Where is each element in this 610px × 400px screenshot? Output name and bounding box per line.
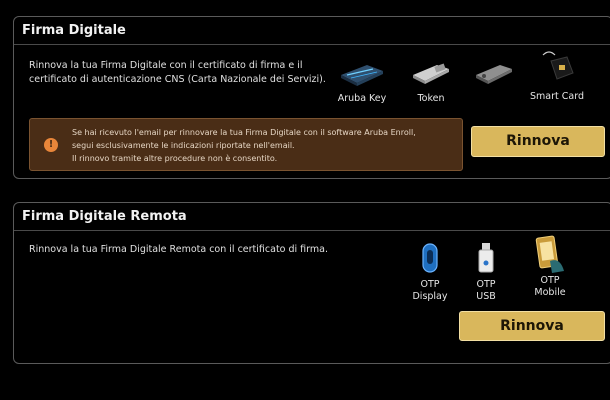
device-aruba-key: Aruba Key <box>332 57 392 105</box>
notice-line-2: segui esclusivamente le indicazioni ripo… <box>72 141 295 150</box>
aruba-key-label: Aruba Key <box>337 93 387 104</box>
aruba-key-icon <box>341 65 383 86</box>
firma-remota-card: Firma Digitale Remota Rinnova la tua Fir… <box>13 202 610 364</box>
device-token: Token <box>401 57 461 105</box>
smart-card-label: Smart Card <box>530 91 584 102</box>
device-token-2 <box>464 57 524 87</box>
device-otp-display: OTP Display <box>406 241 454 303</box>
otp-mobile-icon <box>535 235 564 273</box>
renewal-notice: ! Se hai ricevuto l'email per rinnovare … <box>29 118 463 171</box>
firma-digitale-card: Firma Digitale Rinnova la tua Firma Digi… <box>13 16 610 179</box>
otp-display-label-1: OTP <box>420 279 440 290</box>
firma-digitale-title: Firma Digitale <box>14 17 610 45</box>
otp-mobile-label-1: OTP <box>540 275 560 286</box>
notice-line-1: Se hai ricevuto l'email per rinnovare la… <box>72 128 416 137</box>
otp-usb-label-1: OTP <box>476 279 496 290</box>
firma-remota-title: Firma Digitale Remota <box>14 203 610 231</box>
otp-mobile-label-2: Mobile <box>534 287 566 298</box>
notice-line-3: Il rinnovo tramite altre procedure non è… <box>72 154 278 163</box>
notice-text: Se hai ricevuto l'email per rinnovare la… <box>72 126 462 165</box>
firma-digitale-description: Rinnova la tua Firma Digitale con il cer… <box>29 60 326 85</box>
rinnova-firma-remota-button[interactable]: Rinnova <box>459 311 605 341</box>
firma-remota-description: Rinnova la tua Firma Digitale Remota con… <box>29 244 329 255</box>
otp-display-label-2: Display <box>412 291 448 302</box>
device-otp-usb: OTP USB <box>464 241 508 303</box>
device-otp-mobile: OTP Mobile <box>526 233 574 299</box>
token-icon <box>413 63 449 84</box>
smart-card-icon <box>542 51 574 80</box>
otp-usb-label-2: USB <box>476 291 496 302</box>
info-icon: ! <box>44 138 58 152</box>
otp-display-icon <box>422 243 438 273</box>
usb-token-icon <box>476 65 512 84</box>
rinnova-firma-digitale-button[interactable]: Rinnova <box>471 126 605 157</box>
otp-usb-icon <box>478 243 494 273</box>
token-label: Token <box>417 93 445 104</box>
device-smart-card: Smart Card <box>527 47 587 103</box>
